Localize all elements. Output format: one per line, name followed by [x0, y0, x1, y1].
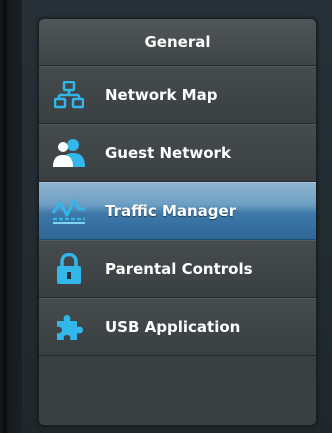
menu-item-label: USB Application: [105, 318, 241, 336]
lock-icon: [51, 251, 87, 287]
puzzle-icon: [51, 309, 87, 345]
traffic-manager-icon: [51, 193, 87, 229]
menu-item-guest-network[interactable]: Guest Network: [39, 124, 316, 182]
menu-item-label: Traffic Manager: [105, 202, 237, 220]
network-map-icon: [51, 77, 87, 113]
menu-item-label: Network Map: [105, 86, 218, 104]
menu-item-network-map[interactable]: Network Map: [39, 66, 316, 124]
side-menu: General Network Map Guest Network Traffi…: [38, 18, 317, 426]
guest-network-icon: [51, 135, 87, 171]
menu-item-label: Parental Controls: [105, 260, 253, 278]
menu-item-parental-controls[interactable]: Parental Controls: [39, 240, 316, 298]
menu-header: General: [39, 19, 316, 66]
left-edge: [3, 0, 7, 433]
menu-item-usb-application[interactable]: USB Application: [39, 298, 316, 356]
menu-item-traffic-manager[interactable]: Traffic Manager: [39, 182, 316, 240]
page: General Network Map Guest Network Traffi…: [0, 0, 332, 433]
menu-item-label: Guest Network: [105, 144, 231, 162]
menu-header-label: General: [144, 33, 211, 51]
